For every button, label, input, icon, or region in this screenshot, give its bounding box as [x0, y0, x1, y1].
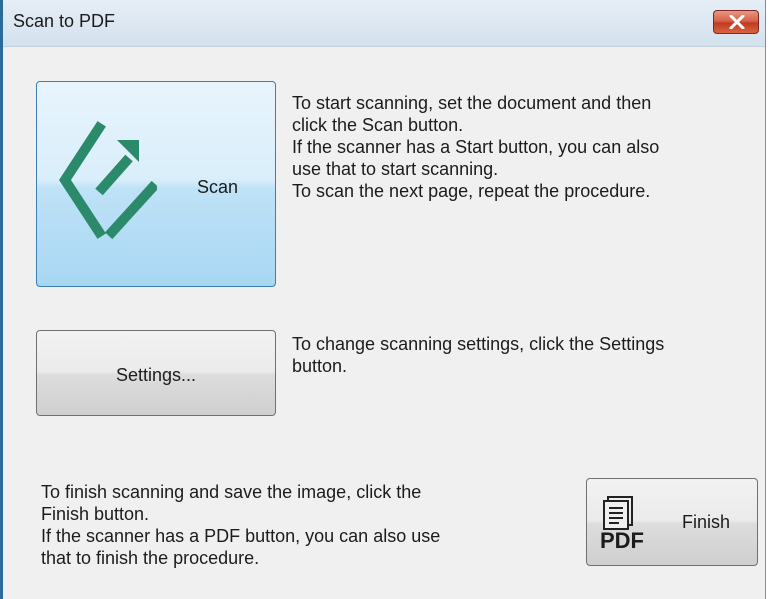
- scan-button[interactable]: Scan: [36, 81, 276, 287]
- window-title: Scan to PDF: [13, 11, 116, 31]
- scan-description: To start scanning, set the document and …: [292, 93, 660, 201]
- title-bar[interactable]: Scan to PDF: [3, 0, 765, 47]
- pdf-icon-text: PDF: [600, 528, 644, 551]
- settings-button-label: Settings...: [115, 365, 197, 385]
- pdf-document-icon: PDF: [600, 496, 644, 551]
- settings-description: To change scanning settings, click the S…: [292, 334, 665, 376]
- finish-button[interactable]: PDF Finish: [586, 478, 758, 566]
- scan-arrow-icon: [59, 121, 157, 240]
- scan-to-pdf-window: Scan to PDF Scan To start scanning, set …: [0, 0, 766, 599]
- close-icon: [729, 15, 745, 29]
- close-button[interactable]: [713, 10, 759, 34]
- settings-button[interactable]: Settings...: [36, 330, 276, 416]
- finish-description: To finish scanning and save the image, c…: [41, 482, 441, 568]
- finish-button-label: Finish: [682, 512, 731, 532]
- scan-button-label: Scan: [197, 177, 239, 197]
